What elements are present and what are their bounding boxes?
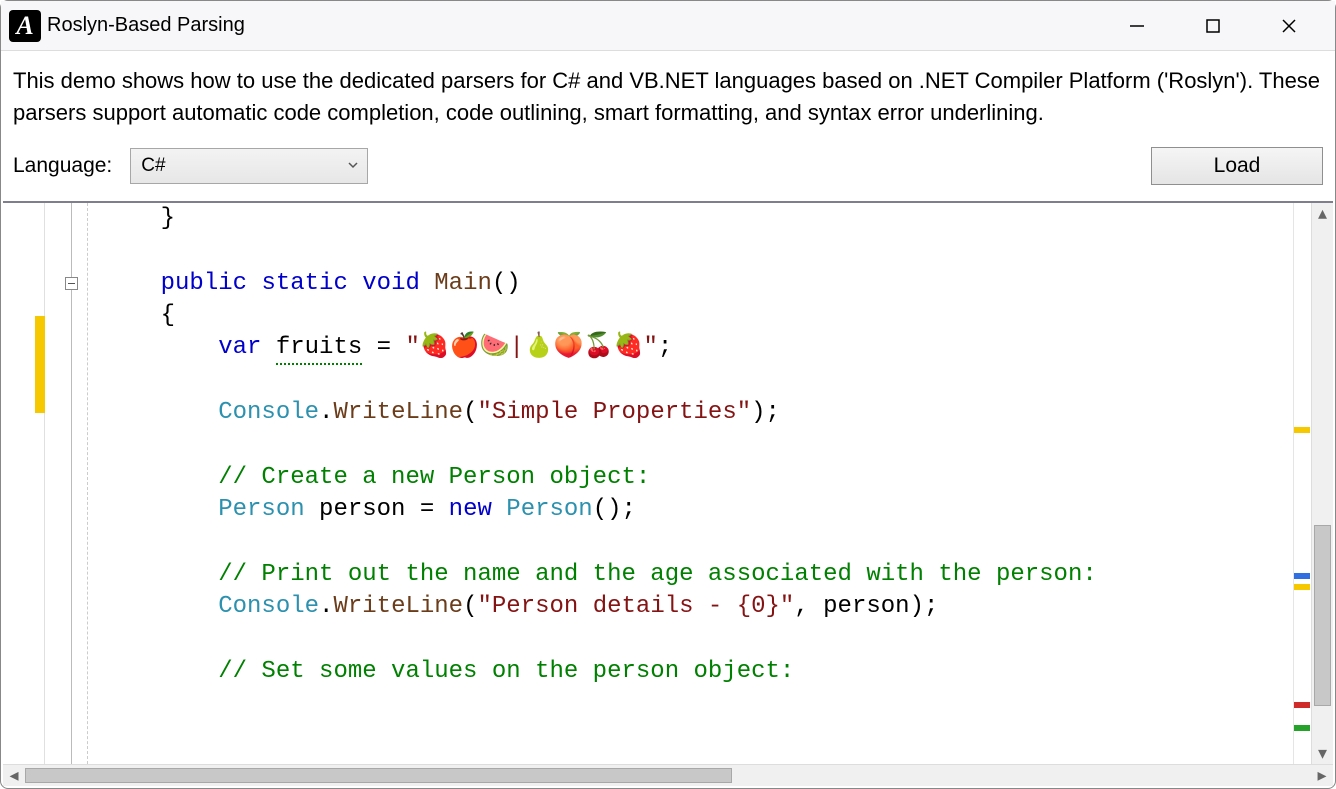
editor-gutter xyxy=(3,203,95,764)
language-label: Language: xyxy=(13,154,112,178)
window-controls xyxy=(1115,8,1327,44)
code-line[interactable]: // Create a new Person object: xyxy=(103,462,1293,494)
description-text: This demo shows how to use the dedicated… xyxy=(1,51,1335,137)
code-line[interactable] xyxy=(103,365,1293,397)
minimize-button[interactable] xyxy=(1115,8,1159,44)
horizontal-scrollbar[interactable]: ◂ ▸ xyxy=(3,764,1333,786)
maximize-button[interactable] xyxy=(1191,8,1235,44)
overview-ruler[interactable] xyxy=(1293,203,1311,764)
code-line[interactable]: Person person = new Person(); xyxy=(103,494,1293,526)
code-line[interactable]: // Set some values on the person object: xyxy=(103,656,1293,688)
vertical-scrollbar[interactable]: ▴ ▾ xyxy=(1311,203,1333,764)
chevron-down-icon xyxy=(347,155,359,177)
code-line[interactable]: Console.WriteLine("Person details - {0}"… xyxy=(103,591,1293,623)
ruler-mark[interactable] xyxy=(1294,427,1310,433)
ruler-mark[interactable] xyxy=(1294,725,1310,731)
code-line[interactable]: var fruits = "🍓🍎🍉|🍐🍑🍒🍓"; xyxy=(103,332,1293,364)
modified-line-marker xyxy=(35,316,45,413)
toolbar: Language: C# Load xyxy=(1,137,1335,201)
indent-guide xyxy=(87,203,95,764)
code-line[interactable]: { xyxy=(103,300,1293,332)
scroll-up-icon[interactable]: ▴ xyxy=(1312,203,1333,225)
app-icon: A xyxy=(9,10,41,42)
ruler-mark[interactable] xyxy=(1294,584,1310,590)
ruler-mark[interactable] xyxy=(1294,573,1310,579)
titlebar: A Roslyn-Based Parsing xyxy=(1,1,1335,51)
code-line[interactable]: } xyxy=(103,203,1293,235)
hscroll-track[interactable] xyxy=(25,765,1311,786)
fold-column xyxy=(45,203,87,764)
close-button[interactable] xyxy=(1267,8,1311,44)
code-line[interactable] xyxy=(103,235,1293,267)
vscroll-track[interactable] xyxy=(1312,225,1333,742)
code-line[interactable] xyxy=(103,527,1293,559)
language-selected-value: C# xyxy=(141,155,165,177)
ruler-mark[interactable] xyxy=(1294,702,1310,708)
window-title: Roslyn-Based Parsing xyxy=(47,14,245,37)
scroll-right-icon[interactable]: ▸ xyxy=(1311,765,1333,786)
code-line[interactable]: public static void Main() xyxy=(103,268,1293,300)
modification-column xyxy=(3,203,45,764)
editor: } public static void Main() { var fruits… xyxy=(3,201,1333,786)
code-line[interactable] xyxy=(103,624,1293,656)
code-line[interactable]: // Print out the name and the age associ… xyxy=(103,559,1293,591)
vscroll-thumb[interactable] xyxy=(1314,525,1331,706)
code-line[interactable]: Console.WriteLine("Simple Properties"); xyxy=(103,397,1293,429)
fold-toggle[interactable] xyxy=(65,277,78,290)
scroll-left-icon[interactable]: ◂ xyxy=(3,765,25,786)
load-button[interactable]: Load xyxy=(1151,147,1323,185)
code-area[interactable]: } public static void Main() { var fruits… xyxy=(95,203,1293,764)
scroll-down-icon[interactable]: ▾ xyxy=(1312,742,1333,764)
language-combobox[interactable]: C# xyxy=(130,148,368,184)
hscroll-thumb[interactable] xyxy=(25,768,732,783)
code-line[interactable] xyxy=(103,430,1293,462)
